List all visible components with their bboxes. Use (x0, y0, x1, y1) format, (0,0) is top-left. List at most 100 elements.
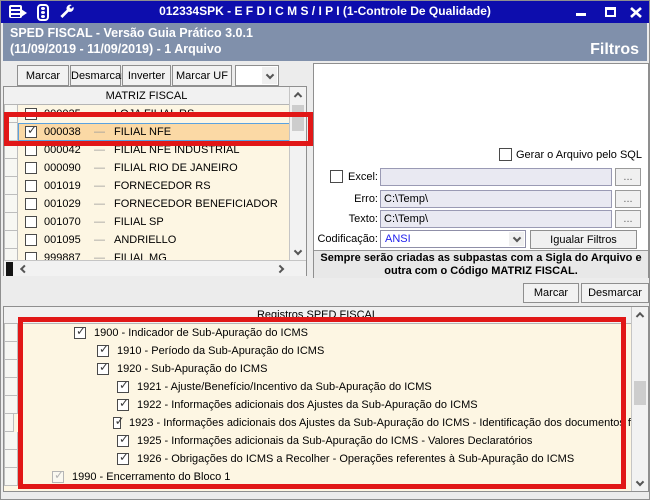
codificacao-select[interactable]: ANSI (380, 230, 526, 248)
list-item[interactable]: 000038 — FILIAL NFE (4, 123, 289, 141)
texto-path-field[interactable]: C:\Temp\ (380, 210, 612, 228)
records-marcar-button[interactable]: Marcar (523, 283, 579, 303)
company-list-hscrollbar[interactable] (4, 260, 306, 276)
tree-checkbox[interactable] (117, 379, 129, 393)
marcar-uf-button[interactable]: Marcar UF (172, 65, 232, 86)
tree-item[interactable]: 1920 - Sub-Apuração do ICMS (4, 360, 631, 378)
list-item[interactable]: 000090 — FILIAL RIO DE JANEIRO (4, 159, 289, 177)
row-header-cell (4, 195, 18, 213)
excel-path-field[interactable] (380, 168, 612, 186)
dash-separator: — (94, 216, 105, 228)
erro-label: Erro: (354, 193, 378, 205)
tree-item[interactable]: 1921 - Ajuste/Benefício/Incentivo da Sub… (4, 378, 631, 396)
tree-item[interactable]: 1923 - Informações adicionais dos Ajuste… (4, 414, 631, 432)
erro-path-field[interactable]: C:\Temp\ (380, 190, 612, 208)
minimize-button[interactable] (573, 5, 589, 20)
texto-label: Texto: (348, 213, 378, 225)
row-header-cell (4, 468, 18, 486)
maximize-button[interactable] (602, 5, 618, 20)
igualar-filtros-button[interactable]: Igualar Filtros (530, 230, 637, 249)
row-header-cell (4, 360, 18, 378)
tree-checkbox[interactable] (97, 343, 109, 357)
inverter-button[interactable]: Inverter (122, 65, 171, 86)
traffic-light-icon[interactable] (37, 4, 49, 21)
company-checkbox[interactable] (25, 252, 37, 260)
company-checkbox[interactable] (25, 216, 37, 228)
company-checkbox[interactable] (25, 198, 37, 210)
marcar-button[interactable]: Marcar (17, 65, 69, 86)
row-header-cell (4, 123, 18, 141)
scroll-down-icon[interactable] (290, 244, 306, 260)
form-icon[interactable] (9, 4, 27, 20)
tree-item[interactable]: 1922 - Informações adicionais dos Ajuste… (4, 396, 631, 414)
dash-separator: — (94, 252, 105, 260)
company-list-header-label: MATRIZ FISCAL (105, 90, 188, 102)
tree-checkbox[interactable] (74, 325, 86, 339)
chevron-down-icon[interactable] (262, 67, 277, 84)
company-checkbox[interactable] (25, 234, 37, 246)
list-item[interactable]: 999887 — FILIAL MG (4, 249, 289, 260)
form-icon-arrow (21, 9, 27, 17)
records-header-label: Registros SPED FISCAL (256, 309, 379, 321)
company-code: 001019 (44, 180, 81, 192)
records-vscrollbar[interactable] (631, 307, 648, 491)
erro-browse-button[interactable]: ... (615, 190, 641, 208)
records-desmarcar-button[interactable]: Desmarcar (581, 283, 649, 303)
company-checkbox[interactable] (25, 180, 37, 192)
tree-checkbox[interactable] (117, 451, 129, 465)
company-checkbox[interactable] (25, 108, 37, 120)
sql-checkbox-label: Gerar o Arquivo pelo SQL (516, 149, 642, 161)
dash-separator: — (94, 162, 105, 174)
tree-item[interactable]: 1910 - Período da Sub-Apuração do ICMS (4, 342, 631, 360)
tree-item[interactable]: 1900 - Indicador de Sub-Apuração do ICMS (4, 324, 631, 342)
wrench-icon[interactable] (59, 4, 74, 19)
hscroll-corner (6, 262, 13, 276)
scroll-left-icon[interactable] (15, 261, 31, 277)
sql-checkbox[interactable] (499, 148, 512, 161)
list-item[interactable]: 001029 — FORNECEDOR BENEFICIADOR (4, 195, 289, 213)
codificacao-label: Codificação: (317, 233, 378, 245)
dash-separator: — (94, 198, 105, 210)
company-code: 000038 (44, 126, 81, 138)
list-item[interactable]: 000025 — LOJA FILIAL RS (4, 105, 289, 123)
list-item[interactable]: 001070 — FILIAL SP (4, 213, 289, 231)
company-list-vscrollbar[interactable] (289, 87, 306, 260)
row-header-cell (4, 231, 18, 249)
excel-label: Excel: (348, 171, 378, 183)
tree-checkbox[interactable] (52, 469, 64, 483)
dash-separator: — (94, 180, 105, 192)
note-bar: Sempre serão criadas as subpastas com a … (314, 250, 648, 278)
company-name: FORNECEDOR BENEFICIADOR (114, 198, 278, 210)
dash-separator: — (94, 108, 105, 120)
list-item[interactable]: 000042 — FILIAL NFE INDUSTRIAL (4, 141, 289, 159)
desmarcar-button[interactable]: Desmarcar (70, 65, 125, 86)
tree-item-label: 1990 - Encerramento do Bloco 1 (72, 471, 231, 483)
company-checkbox[interactable] (25, 144, 37, 156)
company-checkbox[interactable] (25, 124, 37, 138)
scroll-right-icon[interactable] (273, 261, 289, 277)
company-name: FILIAL NFE (114, 126, 172, 138)
excel-browse-button[interactable]: ... (615, 168, 641, 186)
app-window: 012334SPK - E F D I C M S / I P I (1-Con… (0, 0, 650, 500)
company-code: 000042 (44, 144, 81, 156)
chevron-down-icon[interactable] (509, 232, 524, 246)
company-checkbox[interactable] (25, 162, 37, 174)
uf-select[interactable] (235, 65, 279, 86)
close-button[interactable] (628, 5, 644, 20)
header-period: (11/09/2019 - 11/09/2019) - 1 Arquivo (10, 42, 222, 56)
tree-checkbox[interactable] (97, 361, 109, 375)
tree-item[interactable]: 1926 - Obrigações do ICMS a Recolher - O… (4, 450, 631, 468)
scroll-up-icon[interactable] (632, 307, 648, 323)
scroll-up-icon[interactable] (290, 87, 306, 103)
texto-browse-button[interactable]: ... (615, 210, 641, 228)
tree-checkbox[interactable] (112, 415, 125, 429)
tree-item[interactable]: 1990 - Encerramento do Bloco 1 (4, 468, 631, 486)
list-item[interactable]: 001095 — ANDRIELLO (4, 231, 289, 249)
tree-checkbox[interactable] (117, 433, 129, 447)
vscroll-thumb[interactable] (634, 381, 646, 405)
vscroll-thumb[interactable] (292, 105, 304, 131)
tree-item[interactable]: 1925 - Informações adicionais da Sub-Apu… (4, 432, 631, 450)
scroll-down-icon[interactable] (632, 475, 648, 491)
tree-checkbox[interactable] (117, 397, 129, 411)
list-item[interactable]: 001019 — FORNECEDOR RS (4, 177, 289, 195)
